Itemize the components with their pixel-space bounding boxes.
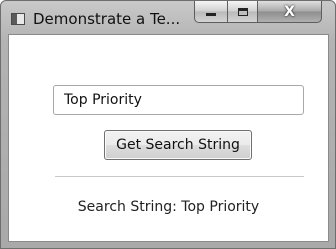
minimize-icon [206,13,216,16]
client-area: Get Search String Search String: Top Pri… [8,34,329,242]
minimize-button[interactable] [194,1,228,23]
close-button[interactable]: X [258,1,322,23]
maximize-icon [237,7,248,16]
maximize-button[interactable] [228,1,258,23]
close-icon: X [284,3,295,20]
app-icon[interactable] [11,13,25,25]
app-window: Demonstrate a Te... X Get Search String … [0,0,336,249]
search-input[interactable] [53,85,304,115]
caption-buttons: X [194,1,330,25]
get-search-string-button[interactable]: Get Search String [104,130,252,160]
divider [55,176,304,177]
search-string-result: Search String: Top Priority [77,199,260,215]
window-title: Demonstrate a Te... [33,10,181,28]
title-bar[interactable]: Demonstrate a Te... X [1,1,335,35]
